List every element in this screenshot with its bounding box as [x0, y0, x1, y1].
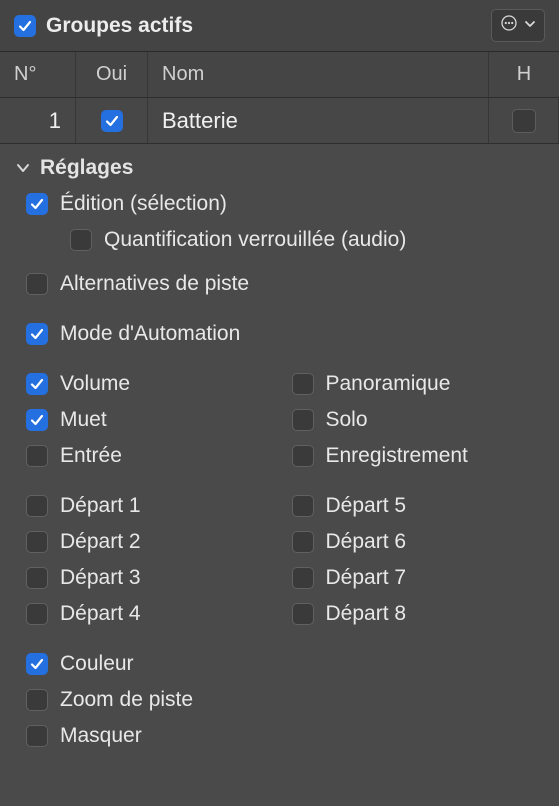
option-entree: Entrée	[14, 438, 280, 474]
hide-toggle[interactable]	[512, 109, 536, 133]
column-header-no[interactable]: N°	[0, 52, 76, 97]
depart7-checkbox[interactable]	[292, 567, 314, 589]
depart2-label: Départ 2	[60, 530, 141, 554]
depart1-label: Départ 1	[60, 494, 141, 518]
edition-checkbox[interactable]	[26, 193, 48, 215]
depart3-checkbox[interactable]	[26, 567, 48, 589]
panoramique-label: Panoramique	[326, 372, 451, 396]
volume-checkbox[interactable]	[26, 373, 48, 395]
edition-label: Édition (sélection)	[60, 192, 227, 216]
solo-checkbox[interactable]	[292, 409, 314, 431]
header-bar: Groupes actifs	[0, 0, 559, 52]
zoom-label: Zoom de piste	[60, 688, 193, 712]
column-header-h[interactable]: H	[489, 52, 559, 97]
table-row[interactable]: 1 Batterie	[0, 98, 559, 144]
option-depart5: Départ 5	[280, 488, 546, 524]
option-depart3: Départ 3	[14, 560, 280, 596]
option-volume: Volume	[14, 366, 280, 402]
option-depart7: Départ 7	[280, 560, 546, 596]
cell-oui	[76, 98, 148, 143]
enregistrement-label: Enregistrement	[326, 444, 468, 468]
depart-options: Départ 1 Départ 2 Départ 3 Départ 4 Dépa…	[14, 488, 545, 632]
option-depart1: Départ 1	[14, 488, 280, 524]
quantification-checkbox[interactable]	[70, 229, 92, 251]
option-solo: Solo	[280, 402, 546, 438]
solo-label: Solo	[326, 408, 368, 432]
row-active-checkbox[interactable]	[101, 110, 123, 132]
settings-header[interactable]: Réglages	[14, 152, 545, 186]
option-depart8: Départ 8	[280, 596, 546, 632]
depart5-checkbox[interactable]	[292, 495, 314, 517]
groups-active-checkbox[interactable]	[14, 15, 36, 37]
option-couleur: Couleur	[14, 646, 545, 682]
depart6-label: Départ 6	[326, 530, 407, 554]
cell-no: 1	[0, 98, 76, 143]
depart5-label: Départ 5	[326, 494, 407, 518]
enregistrement-checkbox[interactable]	[292, 445, 314, 467]
chevron-down-icon	[14, 159, 32, 177]
volume-label: Volume	[60, 372, 130, 396]
depart7-label: Départ 7	[326, 566, 407, 590]
depart6-checkbox[interactable]	[292, 531, 314, 553]
ellipsis-icon	[500, 14, 518, 37]
settings-title: Réglages	[40, 156, 133, 180]
option-depart2: Départ 2	[14, 524, 280, 560]
muet-label: Muet	[60, 408, 107, 432]
option-enregistrement: Enregistrement	[280, 438, 546, 474]
chevron-down-icon	[524, 17, 536, 35]
option-zoom: Zoom de piste	[14, 682, 545, 718]
depart3-label: Départ 3	[60, 566, 141, 590]
couleur-checkbox[interactable]	[26, 653, 48, 675]
couleur-label: Couleur	[60, 652, 134, 676]
option-edition: Édition (sélection)	[14, 186, 545, 222]
column-header-oui[interactable]: Oui	[76, 52, 148, 97]
alternatives-checkbox[interactable]	[26, 273, 48, 295]
depart4-label: Départ 4	[60, 602, 141, 626]
muet-checkbox[interactable]	[26, 409, 48, 431]
entree-checkbox[interactable]	[26, 445, 48, 467]
header-menu-button[interactable]	[491, 9, 545, 42]
automation-checkbox[interactable]	[26, 323, 48, 345]
settings-panel: Réglages Édition (sélection) Quantificat…	[0, 144, 559, 768]
header-left: Groupes actifs	[14, 14, 193, 38]
cell-nom[interactable]: Batterie	[148, 98, 489, 143]
automation-label: Mode d'Automation	[60, 322, 240, 346]
column-headers: N° Oui Nom H	[0, 52, 559, 98]
panoramique-checkbox[interactable]	[292, 373, 314, 395]
depart8-checkbox[interactable]	[292, 603, 314, 625]
depart4-checkbox[interactable]	[26, 603, 48, 625]
entree-label: Entrée	[60, 444, 122, 468]
depart1-checkbox[interactable]	[26, 495, 48, 517]
masquer-label: Masquer	[60, 724, 142, 748]
masquer-checkbox[interactable]	[26, 725, 48, 747]
option-muet: Muet	[14, 402, 280, 438]
option-alternatives: Alternatives de piste	[14, 266, 545, 302]
depart2-checkbox[interactable]	[26, 531, 48, 553]
quantification-label: Quantification verrouillée (audio)	[104, 228, 406, 252]
zoom-checkbox[interactable]	[26, 689, 48, 711]
column-header-nom[interactable]: Nom	[148, 52, 489, 97]
option-masquer: Masquer	[14, 718, 545, 754]
option-depart4: Départ 4	[14, 596, 280, 632]
cell-h	[489, 98, 559, 143]
audio-options: Volume Muet Entrée Panoramique Solo	[14, 366, 545, 474]
option-automation: Mode d'Automation	[14, 316, 545, 352]
header-title: Groupes actifs	[46, 14, 193, 38]
option-panoramique: Panoramique	[280, 366, 546, 402]
depart8-label: Départ 8	[326, 602, 407, 626]
option-depart6: Départ 6	[280, 524, 546, 560]
alternatives-label: Alternatives de piste	[60, 272, 249, 296]
option-quantification: Quantification verrouillée (audio)	[14, 222, 545, 258]
